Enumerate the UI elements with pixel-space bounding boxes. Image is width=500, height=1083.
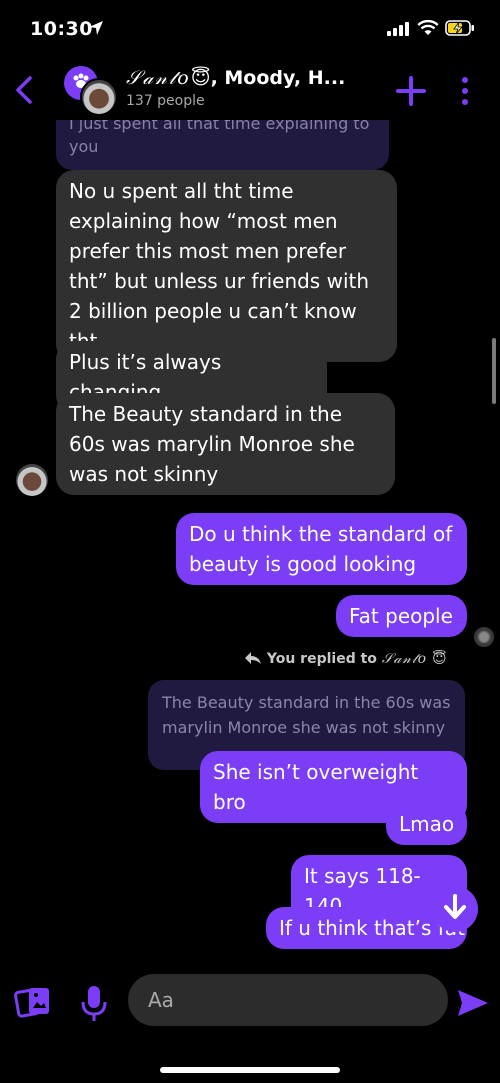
read-receipt-avatar: [474, 627, 494, 647]
reply-arrow-icon: [245, 652, 261, 664]
composer: Aa: [0, 962, 500, 1083]
home-indicator: [160, 1067, 340, 1073]
wifi-icon: [417, 19, 439, 35]
chat-title[interactable]: 𝒮𝒶𝓃𝓉𝑜😇, Moody, H...: [126, 67, 345, 89]
signal-icon: [387, 22, 409, 36]
message-outgoing[interactable]: Fat people: [336, 595, 467, 637]
message-input[interactable]: Aa: [128, 974, 448, 1026]
send-icon[interactable]: [456, 988, 490, 1018]
scroll-to-bottom-button[interactable]: [432, 886, 478, 932]
message-incoming[interactable]: No u spent all tht time explaining how “…: [56, 170, 397, 362]
add-people-button[interactable]: [394, 74, 428, 108]
avatar[interactable]: [80, 78, 118, 116]
more-options-icon[interactable]: [458, 74, 472, 108]
sender-avatar[interactable]: [16, 464, 48, 496]
scroll-indicator: [492, 338, 496, 404]
status-bar: 10:30: [0, 0, 500, 60]
arrow-down-icon: [444, 894, 466, 919]
gallery-icon[interactable]: [14, 984, 54, 1020]
location-arrow-icon: [89, 21, 103, 35]
battery-charging-icon: [445, 20, 474, 36]
member-count: 137 people: [126, 93, 205, 109]
status-time: 10:30: [30, 18, 93, 40]
message-outgoing[interactable]: Do u think the standard of beauty is goo…: [176, 513, 467, 585]
back-chevron-icon[interactable]: [10, 74, 38, 106]
reply-label: You replied to 𝒮𝒶𝓃𝓉𝑜 😇: [244, 651, 447, 667]
chat-header: 𝒮𝒶𝓃𝓉𝑜😇, Moody, H... 137 people: [0, 60, 500, 120]
message-incoming[interactable]: The Beauty standard in the 60s was maryl…: [56, 393, 395, 495]
microphone-icon[interactable]: [80, 984, 108, 1024]
message-outgoing[interactable]: Lmao: [386, 803, 467, 845]
